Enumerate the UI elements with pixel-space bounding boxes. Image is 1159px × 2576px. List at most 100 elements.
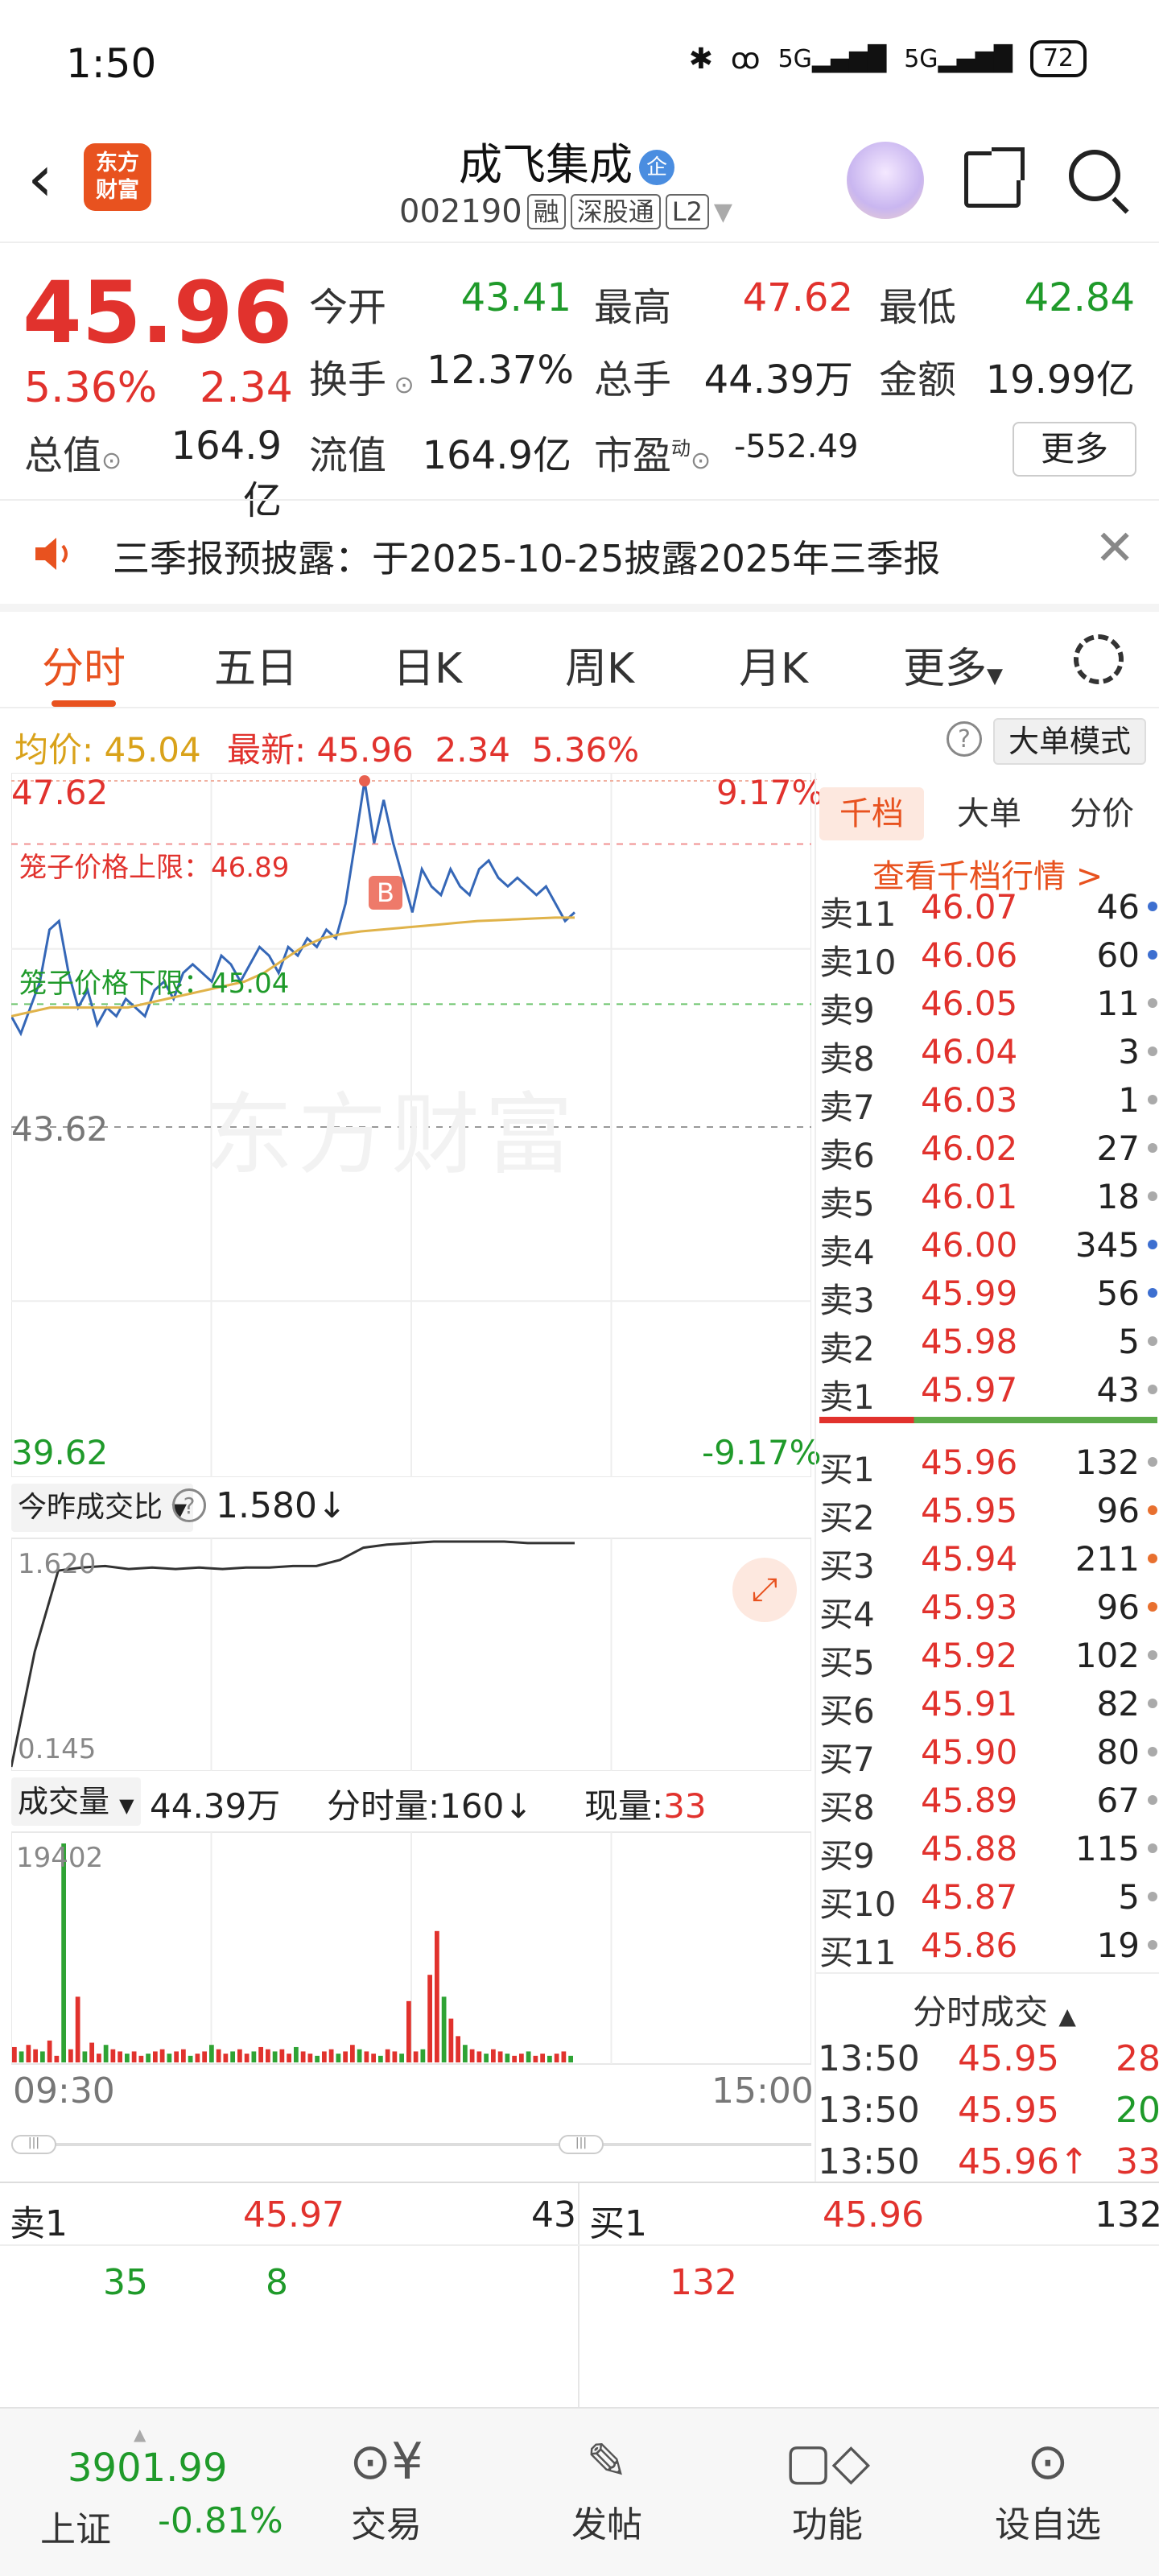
buy-label: 买2 — [819, 1498, 875, 1538]
volume-bar — [251, 2051, 257, 2062]
sell-row[interactable]: 卖5 46.01 18 — [816, 1172, 1159, 1224]
ratio-selector[interactable]: 今昨成交比 ▼ — [11, 1484, 193, 1532]
volume-bar — [40, 2051, 45, 2062]
help-icon[interactable]: ? — [172, 1488, 206, 1522]
sell-row[interactable]: 卖3 45.99 56 — [816, 1269, 1159, 1320]
speaker-icon — [32, 535, 77, 573]
close-icon[interactable]: ✕ — [1095, 520, 1135, 576]
volume-top-label: 19402 — [16, 1842, 104, 1874]
buy-volume: 19 — [1096, 1926, 1140, 1965]
notice-bar[interactable]: 三季报预披露：于2025-10-25披露2025年三季报 ✕ — [0, 499, 1159, 604]
nav-add-watch[interactable]: ⊙ 设自选 — [967, 2428, 1128, 2547]
volume-bar — [209, 2045, 214, 2062]
ratio-chart[interactable]: 今昨成交比 ▼ ? 1.580↓ 1.620 0.145 ⤢ — [11, 1477, 811, 1771]
sell-row[interactable]: 卖6 46.02 27 — [816, 1124, 1159, 1175]
trade-price: 45.95 — [958, 2090, 1059, 2131]
sell-label: 卖10 — [819, 943, 897, 982]
intraday-chart[interactable]: 47.62 9.17% 笼子价格上限：46.89 笼子价格下限：45.04 43… — [11, 773, 823, 1477]
sell-row[interactable]: 卖8 46.04 3 — [816, 1027, 1159, 1079]
big-order-mode-button[interactable]: 大单模式 — [993, 718, 1146, 765]
sell-row[interactable]: 卖7 46.03 1 — [816, 1075, 1159, 1127]
latest-price: 最新: 45.96 2.34 5.36% — [227, 730, 640, 770]
expand-icon[interactable]: ⤢ — [732, 1558, 797, 1622]
volume-bar — [195, 2054, 200, 2062]
volume-selector[interactable]: 成交量 ▼ — [11, 1777, 141, 1826]
buy-price: 45.89 — [921, 1781, 1018, 1820]
tab-weekly-k[interactable]: 周K — [565, 634, 634, 695]
buy-label: 买1 — [819, 1450, 875, 1489]
buy-row[interactable]: 买6 45.91 82 — [816, 1679, 1159, 1731]
book-divider — [819, 1417, 1157, 1423]
buy-row[interactable]: 买7 45.90 80 — [816, 1728, 1159, 1779]
amount-value: 19.99亿 — [985, 357, 1135, 402]
gear-icon[interactable] — [1074, 634, 1124, 684]
tab-intraday[interactable]: 分时 — [42, 634, 126, 695]
time-range-slider[interactable]: ||| ||| — [11, 2135, 811, 2154]
tab-price-dist[interactable]: 分价 — [1050, 787, 1154, 840]
trade-row: 13:50 45.95 20 — [816, 2087, 1159, 2138]
assistant-robot-icon[interactable] — [847, 142, 924, 219]
stock-code-row[interactable]: 002190 融 深股通 L2 ▼ — [399, 193, 732, 230]
buy-volume: 115 — [1074, 1829, 1140, 1868]
sell-label: 卖4 — [819, 1232, 875, 1272]
slider-left-handle[interactable]: ||| — [11, 2135, 56, 2154]
buy-row[interactable]: 买9 45.88 115 — [816, 1824, 1159, 1876]
tab-depth[interactable]: 千档 — [819, 787, 924, 840]
search-icon[interactable] — [1069, 150, 1120, 201]
buy-row[interactable]: 买10 45.87 5 — [816, 1872, 1159, 1924]
help-icon[interactable]: ? — [947, 721, 982, 757]
volume-bar — [19, 2051, 24, 2062]
sell-label: 卖7 — [819, 1088, 875, 1127]
slider-right-handle[interactable]: ||| — [559, 2135, 604, 2154]
sell-row[interactable]: 卖2 45.98 5 — [816, 1317, 1159, 1368]
expand-arrow-icon: ▲ — [134, 2425, 146, 2444]
nav-functions[interactable]: ▢◇ 功能 — [747, 2428, 908, 2547]
tab-more[interactable]: 更多▼ — [903, 634, 1003, 695]
app-logo[interactable]: 东方财富 — [84, 143, 151, 211]
tab-monthly-k[interactable]: 月K — [739, 634, 808, 695]
sell-row[interactable]: 卖9 46.05 11 — [816, 979, 1159, 1030]
sell-row[interactable]: 卖10 46.06 60 — [816, 931, 1159, 982]
tab-five-day[interactable]: 五日 — [214, 634, 298, 695]
volume-bar — [174, 2051, 179, 2062]
sell-row[interactable]: 卖1 45.97 43 — [816, 1365, 1159, 1417]
trade-header[interactable]: 分时成交 ▲ — [913, 1985, 1076, 2034]
buy-row[interactable]: 买3 45.94 211 — [816, 1534, 1159, 1586]
buy-row[interactable]: 买1 45.96 132 — [816, 1438, 1159, 1489]
share-icon[interactable] — [964, 147, 1025, 208]
trade-time: 13:50 — [818, 2038, 920, 2079]
volume-bar — [448, 2018, 454, 2062]
volume-bar — [97, 2054, 101, 2062]
nav-post[interactable]: ✎ 发帖 — [526, 2428, 687, 2547]
buy-row[interactable]: 买8 45.89 67 — [816, 1776, 1159, 1827]
battery-icon: 72 — [1029, 40, 1087, 77]
5g-signal-icon: 5G▂▄▆█ — [777, 44, 887, 73]
chart-info-bar: 均价: 45.04 最新: 45.96 2.34 5.36% ? 大单模式 — [0, 708, 1159, 773]
sell-row[interactable]: 卖11 46.07 46 — [816, 882, 1159, 934]
volume-bar — [146, 2054, 151, 2062]
status-dot-icon — [1148, 1385, 1157, 1394]
volume-bar — [266, 2049, 270, 2062]
order-book-tabs: 千档 大单 分价 — [816, 779, 1159, 844]
buy-row[interactable]: 买2 45.95 96 — [816, 1486, 1159, 1538]
buy-marker[interactable]: B — [369, 876, 402, 910]
volume-bar — [519, 2054, 524, 2062]
sell-row[interactable]: 卖4 46.00 345 — [816, 1220, 1159, 1272]
tab-daily-k[interactable]: 日K — [393, 634, 462, 695]
nav-trade[interactable]: ⊙¥ 交易 — [306, 2428, 467, 2547]
volume-bar — [336, 2054, 341, 2062]
volume-chart[interactable]: 成交量 ▼ 44.39万 分时量:160↓ 现量:33 19402 09:30 … — [11, 1771, 814, 2182]
volume-bar — [420, 2049, 426, 2062]
buy-row[interactable]: 买4 45.93 96 — [816, 1583, 1159, 1634]
more-button[interactable]: 更多 — [1013, 422, 1136, 477]
volume-bar — [12, 2046, 17, 2062]
buy-row[interactable]: 买11 45.86 19 — [816, 1921, 1159, 1972]
back-icon[interactable]: ‹ — [27, 147, 53, 211]
current-volume: 现量:33 — [584, 1786, 707, 1826]
status-dot-icon — [1148, 998, 1157, 1008]
more-icon: ⊙ — [1027, 2432, 1069, 2491]
buy-row[interactable]: 买5 45.92 102 — [816, 1631, 1159, 1682]
volume-bar — [526, 2051, 531, 2062]
tab-big-order[interactable]: 大单 — [937, 787, 1041, 840]
sell-volume: 56 — [1096, 1274, 1140, 1313]
